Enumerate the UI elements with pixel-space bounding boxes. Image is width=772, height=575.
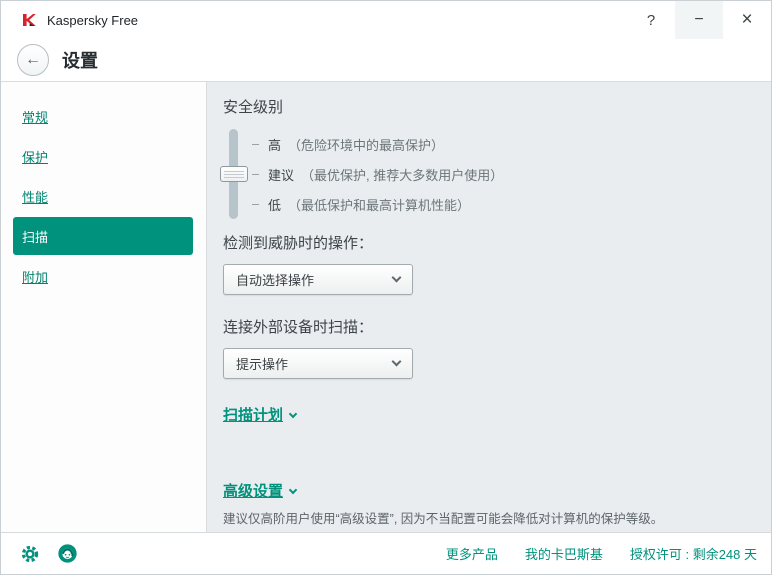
advanced-settings-link[interactable]: 高级设置: [223, 480, 283, 501]
sidebar-item-protection[interactable]: 保护: [1, 136, 206, 176]
settings-sidebar: 常规 保护 性能 扫描 附加: [1, 82, 207, 532]
threat-action-select[interactable]: 自动选择操作: [223, 264, 413, 295]
level-description: （最优保护, 推荐大多数用户使用）: [301, 167, 504, 183]
external-scan-label: 连接外部设备时扫描：: [223, 319, 374, 336]
level-name: 高: [268, 137, 282, 153]
chevron-down-icon: [288, 409, 298, 418]
security-level-labels: 高 （危险环境中的最高保护） 建议 （最优保护, 推荐大多数用户使用） 低 （最…: [252, 129, 503, 219]
security-level-recommended: 建议 （最优保护, 推荐大多数用户使用）: [252, 159, 503, 189]
tick-mark: [252, 143, 259, 145]
window-controls: ? − ×: [627, 1, 771, 39]
security-level-title: 安全级别: [223, 99, 284, 116]
security-level-control: 高 （危险环境中的最高保护） 建议 （最优保护, 推荐大多数用户使用） 低 （最…: [219, 125, 751, 219]
level-description: （危险环境中的最高保护）: [288, 137, 445, 153]
chevron-down-icon: [391, 356, 402, 367]
footer-bar: 更多产品 我的卡巴斯基 授权许可 : 剩余248 天: [1, 532, 771, 574]
threat-action-value: 自动选择操作: [236, 273, 315, 288]
level-description: （最低保护和最高计算机性能）: [288, 197, 471, 213]
external-scan-select[interactable]: 提示操作: [223, 348, 413, 379]
scan-settings-panel: 安全级别 高 （危险环境中的最高保护） 建议 （最优保护, 推荐大多数用户使用）: [207, 82, 771, 532]
tick-mark: [252, 173, 259, 175]
slider-handle[interactable]: [219, 166, 248, 182]
chevron-down-icon: [288, 485, 298, 494]
close-button[interactable]: ×: [723, 1, 771, 39]
support-agent-icon[interactable]: [56, 543, 78, 565]
sidebar-item-general[interactable]: 常规: [1, 96, 206, 136]
external-scan-value: 提示操作: [236, 357, 289, 372]
sidebar-item-performance[interactable]: 性能: [1, 176, 206, 216]
security-level-slider[interactable]: [219, 129, 248, 219]
settings-gear-icon[interactable]: [19, 543, 41, 565]
security-level-high: 高 （危险环境中的最高保护）: [252, 129, 503, 159]
titlebar: Kaspersky Free ? − ×: [1, 1, 771, 39]
level-name: 建议: [268, 167, 295, 183]
sidebar-item-scan[interactable]: 扫描: [13, 217, 193, 255]
threat-action-label: 检测到威胁时的操作：: [223, 235, 374, 252]
license-info-link[interactable]: 授权许可 : 剩余248 天: [630, 544, 757, 563]
chevron-down-icon: [391, 272, 402, 283]
help-button[interactable]: ?: [627, 1, 675, 39]
tick-mark: [252, 203, 259, 205]
level-name: 低: [268, 197, 282, 213]
minimize-button[interactable]: −: [675, 1, 723, 39]
scan-schedule-link[interactable]: 扫描计划: [223, 404, 283, 425]
back-arrow-icon: ←: [25, 51, 41, 68]
footer-links: 更多产品 我的卡巴斯基 授权许可 : 剩余248 天: [446, 544, 757, 563]
sidebar-item-additional[interactable]: 附加: [1, 256, 206, 296]
back-button[interactable]: ←: [17, 44, 49, 76]
page-header: ← 设置: [1, 39, 771, 82]
kaspersky-settings-window: Kaspersky Free ? − × ← 设置 常规 保护 性能 扫描 附加…: [0, 0, 772, 575]
settings-body: 常规 保护 性能 扫描 附加 安全级别 高 （危险环境中的最高保护） 建议 （最…: [1, 82, 771, 532]
security-level-low: 低 （最低保护和最高计算机性能）: [252, 189, 503, 219]
my-kaspersky-link[interactable]: 我的卡巴斯基: [525, 544, 603, 563]
app-title: Kaspersky Free: [47, 12, 139, 28]
kaspersky-logo-icon: [21, 12, 37, 28]
page-title: 设置: [62, 51, 98, 71]
more-products-link[interactable]: 更多产品: [446, 544, 498, 563]
advanced-settings-note: 建议仅高阶用户使用“高级设置”, 因为不当配置可能会降低对计算机的保护等级。: [223, 512, 664, 526]
